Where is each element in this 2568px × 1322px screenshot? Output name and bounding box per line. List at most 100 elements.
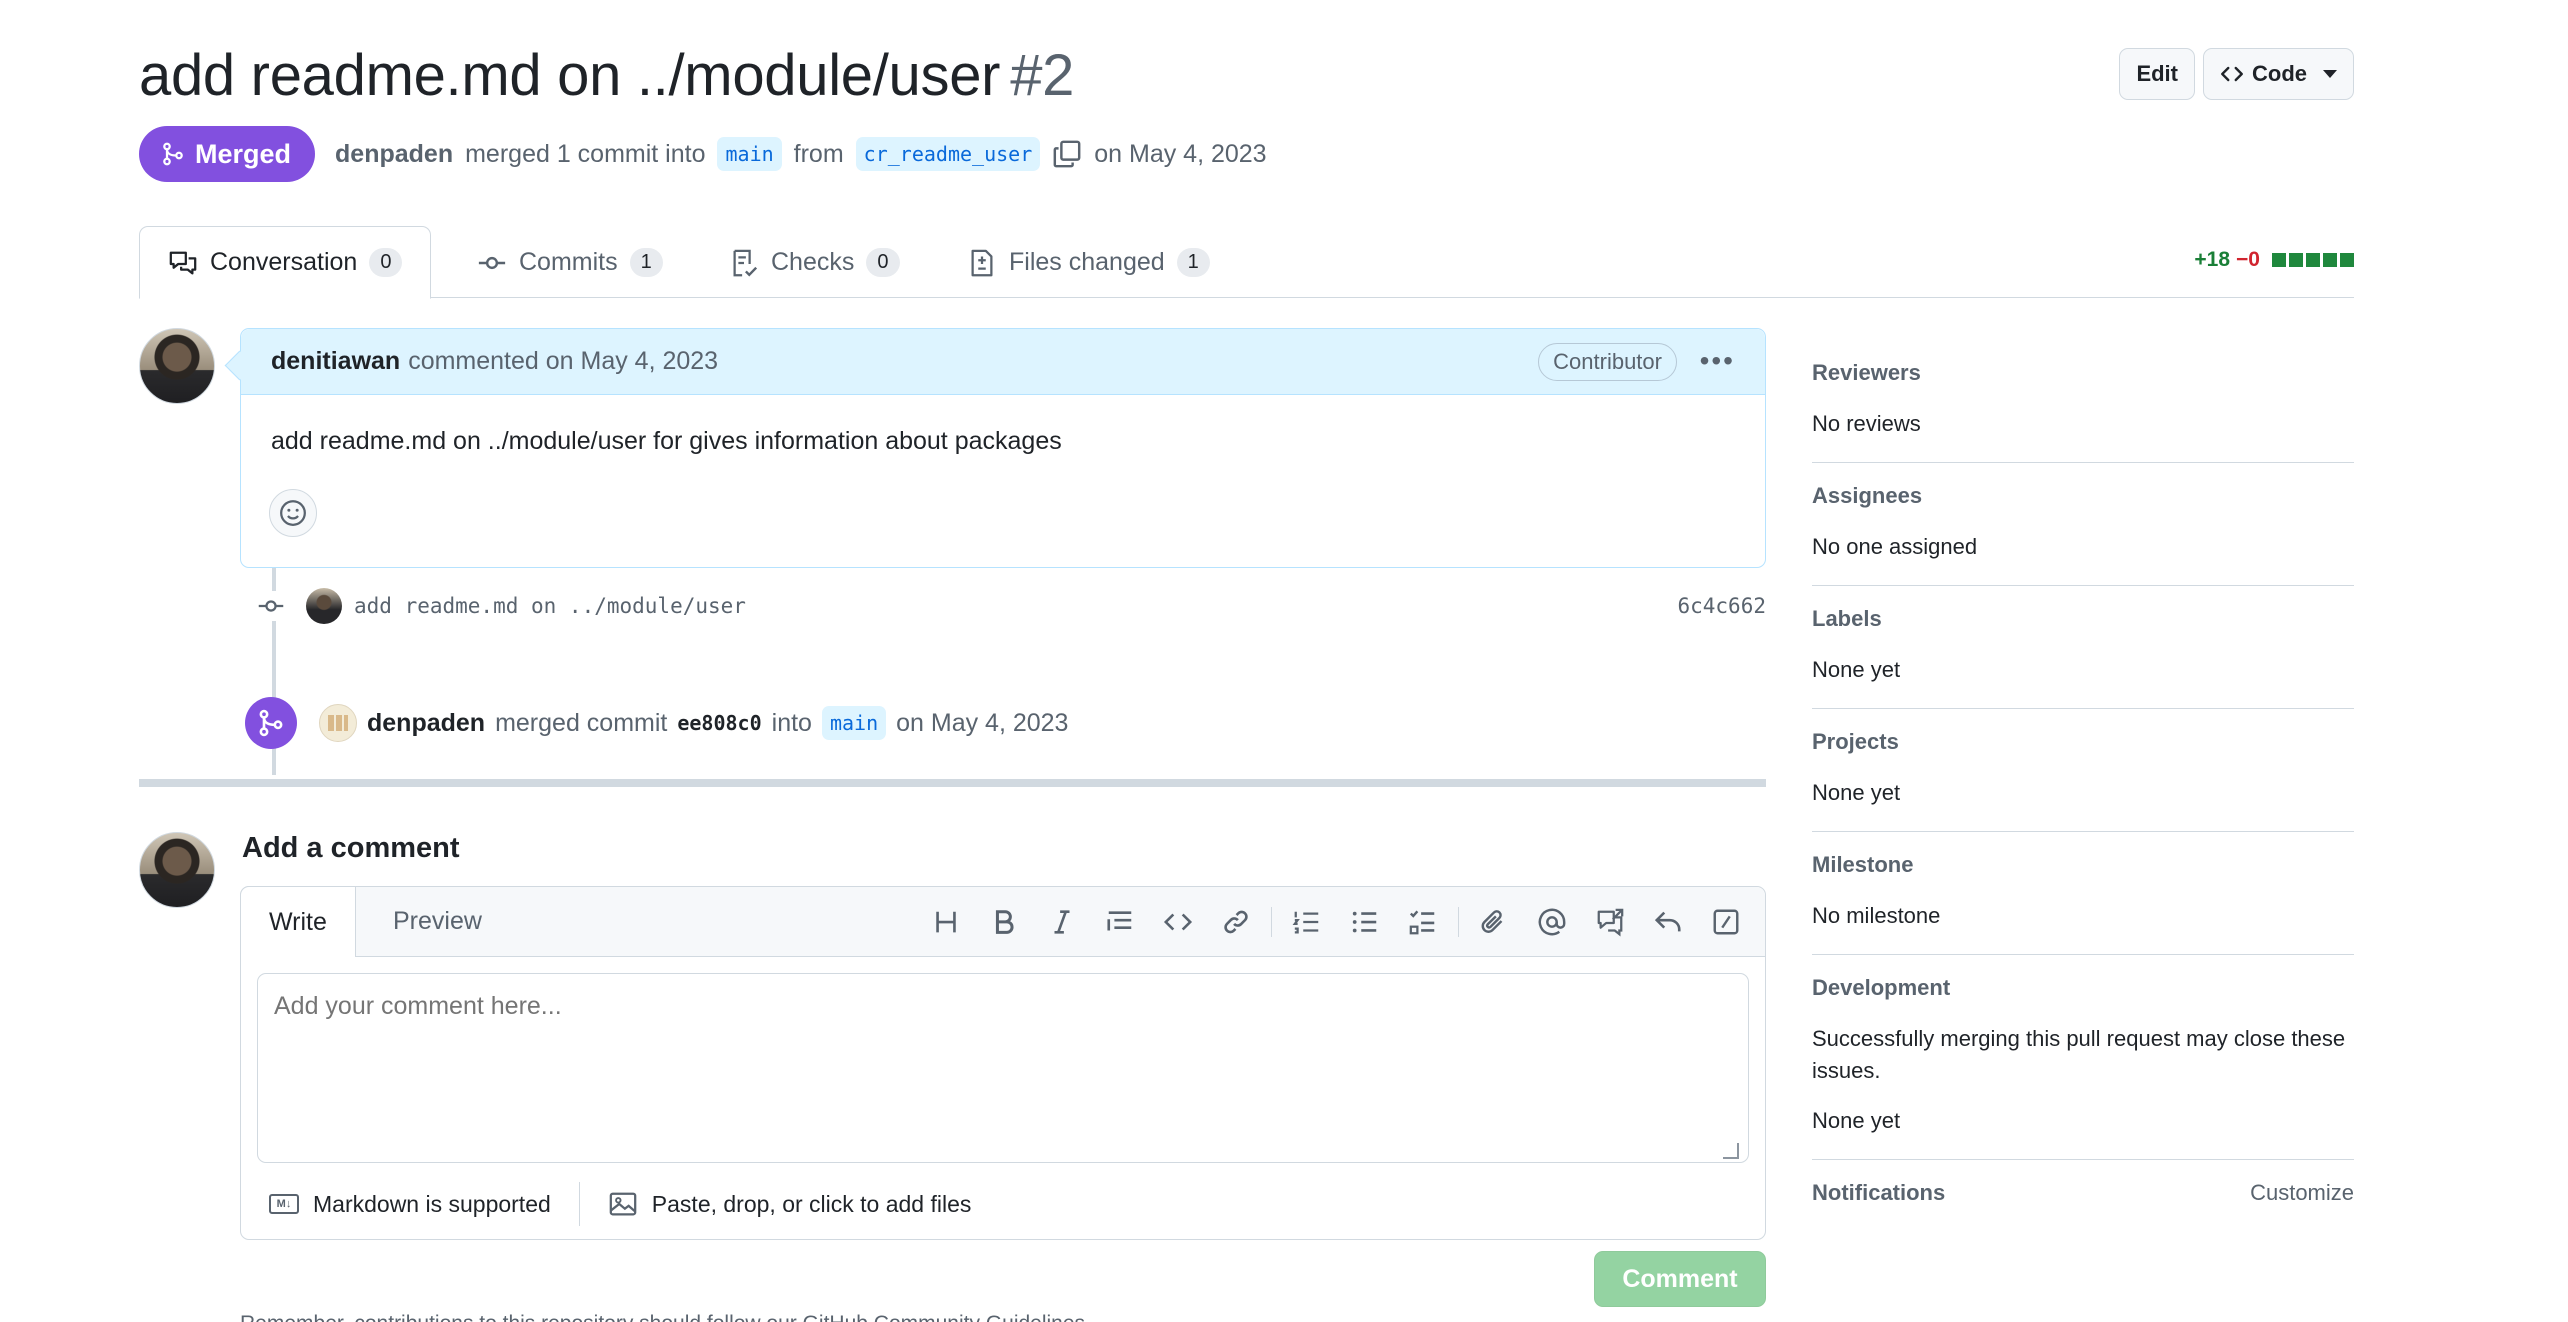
commit-item: add readme.md on ../module/user 6c4c662 [256, 586, 1766, 626]
pr-number: #2 [1010, 42, 1075, 108]
tab-commits-label: Commits [519, 248, 618, 276]
unordered-list-icon[interactable] [1336, 899, 1394, 945]
merge-branch[interactable]: main [821, 706, 887, 740]
pr-tabs: Conversation 0 Commits 1 Checks 0 Files … [139, 226, 2354, 299]
tab-conversation[interactable]: Conversation 0 [139, 226, 432, 299]
add-reaction-button[interactable] [269, 489, 317, 537]
smiley-icon [280, 500, 306, 526]
tab-checks-count: 0 [866, 248, 900, 277]
merge-user-avatar[interactable] [319, 704, 357, 742]
code-icon [2221, 66, 2243, 82]
sidebar-notifications: Notifications Customize [1812, 1160, 2354, 1250]
from-text: from [793, 139, 844, 168]
header-actions: Edit Code [2119, 48, 2354, 100]
merged-text: merged 1 commit into [465, 139, 706, 168]
image-icon [609, 1192, 637, 1216]
status-badge: Merged [139, 126, 316, 182]
code-icon[interactable] [1149, 899, 1207, 945]
quote-icon[interactable] [1091, 899, 1149, 945]
attach-files-button[interactable]: Paste, drop, or click to add files [652, 1191, 972, 1218]
heading-icon[interactable] [917, 899, 975, 945]
git-commit-icon [478, 256, 506, 269]
kebab-horizontal-icon[interactable]: ••• [1700, 345, 1735, 377]
head-branch[interactable]: cr_readme_user [855, 137, 1041, 171]
toolbar-divider [1458, 907, 1459, 937]
task-list-icon[interactable] [1394, 899, 1452, 945]
comment-author[interactable]: denitiawan [271, 347, 400, 376]
tab-commits-count: 1 [629, 248, 663, 277]
git-merge-icon [163, 142, 183, 166]
reviewers-value: No reviews [1812, 411, 1921, 436]
pr-title: add readme.md on ../module/user #2 [139, 42, 1074, 109]
diffstat-blocks [2272, 253, 2354, 267]
commit-avatar[interactable] [306, 588, 342, 624]
assignees-heading: Assignees [1812, 483, 1923, 508]
commit-sha[interactable]: 6c4c662 [1677, 594, 1766, 618]
editor-tabs: Write Preview [240, 886, 1765, 957]
merge-user[interactable]: denpaden [367, 709, 485, 738]
diffstat-deletions: −0 [2236, 248, 2260, 271]
development-heading: Development [1812, 975, 1951, 1000]
projects-heading: Projects [1812, 729, 1899, 754]
slash-command-icon[interactable] [1697, 899, 1755, 945]
link-icon[interactable] [1207, 899, 1265, 945]
resize-handle[interactable] [1723, 1143, 1739, 1159]
status-badge-label: Merged [195, 138, 292, 169]
development-value: None yet [1812, 1108, 1901, 1133]
avatar[interactable] [139, 832, 215, 908]
ordered-list-icon[interactable] [1278, 899, 1336, 945]
milestone-value: No milestone [1812, 903, 1941, 928]
timeline-divider [139, 779, 1766, 787]
cross-reference-icon[interactable] [1581, 899, 1639, 945]
sidebar-assignees: Assignees No one assigned [1812, 463, 2354, 586]
markdown-toolbar [917, 899, 1755, 945]
tab-write[interactable]: Write [240, 886, 356, 957]
diffstat-additions: +18 [2194, 248, 2231, 271]
mention-icon[interactable] [1523, 899, 1581, 945]
edit-button[interactable]: Edit [2119, 48, 2195, 100]
markdown-icon: M↓ [269, 1194, 299, 1214]
avatar[interactable] [139, 328, 215, 404]
comment-discussion-icon [169, 251, 197, 274]
tab-conversation-label: Conversation [210, 248, 358, 276]
labels-value: None yet [1812, 657, 1901, 682]
comment-card: denitiawan commented on May 4, 2023 Cont… [240, 328, 1766, 568]
commit-message[interactable]: add readme.md on ../module/user [354, 594, 746, 618]
notifications-label: Notifications [1812, 1180, 1946, 1205]
tab-commits[interactable]: Commits 1 [449, 226, 691, 299]
paperclip-icon[interactable] [1465, 899, 1523, 945]
code-button-label: Code [2252, 61, 2307, 86]
comment-timestamp[interactable]: commented on May 4, 2023 [408, 347, 718, 376]
tab-preview[interactable]: Preview [365, 886, 510, 957]
projects-value: None yet [1812, 780, 1901, 805]
tab-files-changed-count: 1 [1176, 248, 1210, 277]
italic-icon[interactable] [1033, 899, 1091, 945]
copy-icon[interactable] [1052, 139, 1082, 169]
merge-event-date[interactable]: on May 4, 2023 [896, 709, 1068, 738]
pr-title-text: add readme.md on ../module/user [139, 42, 1001, 108]
merge-commit-sha[interactable]: ee808c0 [677, 711, 761, 735]
git-commit-icon [256, 591, 286, 621]
toolbar-divider [1271, 907, 1272, 937]
pr-meta: Merged denpaden merged 1 commit into mai… [139, 126, 1267, 182]
bold-icon[interactable] [975, 899, 1033, 945]
markdown-note[interactable]: Markdown is supported [313, 1191, 551, 1218]
comment-submit-button[interactable]: Comment [1594, 1251, 1766, 1307]
tab-files-changed-label: Files changed [1009, 248, 1165, 276]
customize-link[interactable]: Customize [2250, 1180, 2354, 1206]
comment-input[interactable] [257, 973, 1749, 1163]
pr-author-link[interactable]: denpaden [335, 140, 453, 169]
tab-checks[interactable]: Checks 0 [701, 226, 928, 299]
diffstat: +18 −0 [2194, 248, 2354, 272]
community-guidelines-tip: Remember, contributions to this reposito… [240, 1312, 1091, 1322]
tab-files-changed[interactable]: Files changed 1 [939, 226, 1238, 299]
labels-heading: Labels [1812, 606, 1882, 631]
code-button[interactable]: Code [2203, 48, 2354, 100]
merge-event: denpaden merged commit ee808c0 into main… [245, 697, 1068, 749]
file-diff-icon [971, 249, 993, 276]
base-branch[interactable]: main [717, 137, 782, 171]
comment-body: add readme.md on ../module/user for give… [271, 427, 1062, 455]
footer-divider [578, 1182, 580, 1226]
sidebar-projects: Projects None yet [1812, 709, 2354, 832]
reply-icon[interactable] [1639, 899, 1697, 945]
